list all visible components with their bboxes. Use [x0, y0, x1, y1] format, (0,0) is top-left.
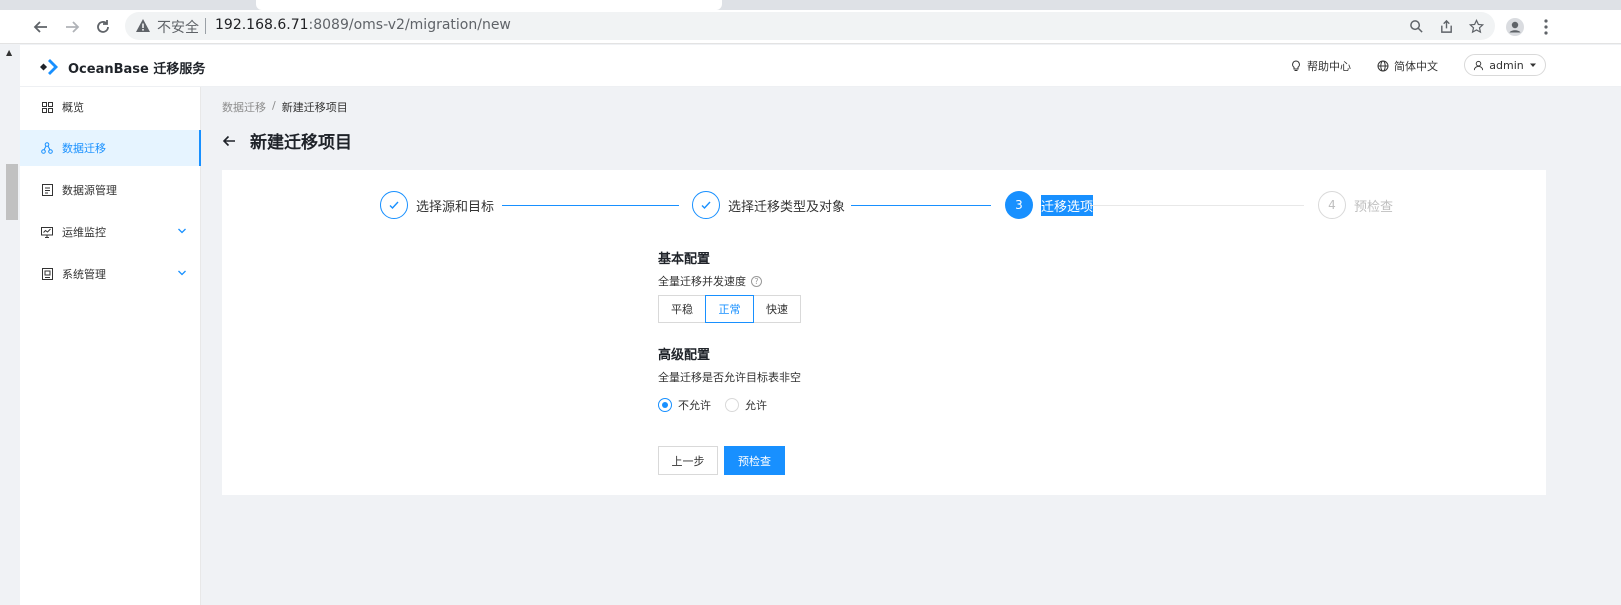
nonempty-label: 全量迁移是否允许目标表非空: [658, 371, 801, 384]
check-icon: [380, 191, 408, 219]
sidebar-item-label: 数据源管理: [62, 184, 117, 197]
step-label: 预检查: [1354, 199, 1394, 215]
page-title: 新建迁移项目: [250, 133, 352, 153]
step-2[interactable]: 选择迁移类型及对象: [692, 191, 845, 219]
sidebar-item-ops-monitor[interactable]: 运维监控: [20, 214, 201, 250]
step-number: 3: [1005, 191, 1033, 219]
speed-field-label: 全量迁移并发速度 ?: [658, 273, 762, 289]
url-host: 192.168.6.71: [215, 17, 309, 33]
lightbulb-icon: [1292, 60, 1300, 71]
url-text[interactable]: 192.168.6.71:8089/oms-v2/migration/new: [215, 17, 511, 33]
back-arrow-icon[interactable]: [222, 134, 236, 148]
user-menu-button[interactable]: admin: [1464, 54, 1546, 76]
browser-active-tab[interactable]: [256, 0, 722, 10]
step-3[interactable]: 3 迁移选项: [1005, 191, 1094, 219]
sidebar-item-system[interactable]: 系统管理: [20, 256, 201, 292]
scrollbar-thumb[interactable]: [6, 164, 18, 220]
radio-dot: [658, 398, 672, 412]
check-icon: [692, 191, 720, 219]
address-divider: [205, 18, 206, 34]
breadcrumb: 数据迁移 / 新建迁移项目: [222, 99, 348, 115]
language-label: 简体中文: [1394, 60, 1438, 73]
monitor-icon: [41, 226, 53, 238]
address-bar[interactable]: 不安全 192.168.6.71:8089/oms-v2/migration/n…: [125, 12, 1495, 40]
reload-icon[interactable]: [91, 15, 115, 39]
page-scrollbar[interactable]: ▲: [0, 44, 20, 605]
speed-option-steady[interactable]: 平稳: [658, 295, 706, 323]
zoom-icon[interactable]: [1407, 17, 1425, 35]
scroll-up-icon[interactable]: ▲: [6, 48, 12, 57]
sidebar-item-label: 数据迁移: [62, 142, 106, 155]
help-center-link[interactable]: 帮助中心: [1290, 58, 1351, 74]
speed-segmented-control: 平稳 正常 快速: [658, 295, 801, 323]
migration-form-card: 选择源和目标 选择迁移类型及对象 3 迁移选项 4 预检查 基本配置 全量迁移并…: [222, 170, 1546, 495]
chevron-down-icon[interactable]: [177, 268, 187, 278]
app-logo[interactable]: OceanBase 迁移服务: [39, 57, 206, 77]
system-icon: [41, 268, 53, 280]
sidebar: 概览 数据迁移 数据源管理 运维监控 系统管理: [20, 87, 201, 605]
advanced-config-title: 高级配置: [658, 348, 711, 363]
precheck-button[interactable]: 预检查: [724, 446, 785, 475]
caret-down-icon: [1529, 63, 1536, 67]
browser-toolbar: 不安全 192.168.6.71:8089/oms-v2/migration/n…: [0, 10, 1621, 44]
migration-icon: [41, 142, 53, 154]
step-1[interactable]: 选择源和目标: [380, 191, 494, 219]
sidebar-item-datasource[interactable]: 数据源管理: [20, 172, 201, 208]
speed-option-normal[interactable]: 正常: [705, 295, 754, 323]
warning-icon: [136, 19, 150, 32]
step-label: 选择源和目标: [416, 199, 495, 215]
address-bar-actions: [1407, 17, 1485, 35]
oceanbase-logo-icon: [39, 57, 62, 77]
insecure-label: 不安全: [157, 20, 199, 36]
breadcrumb-separator: /: [272, 99, 276, 112]
sidebar-item-label: 概览: [62, 101, 84, 114]
page-header: 新建迁移项目: [222, 128, 352, 153]
datasource-icon: [41, 184, 53, 196]
globe-icon: [1377, 60, 1389, 72]
sidebar-item-label: 系统管理: [62, 268, 106, 281]
user-icon: [1474, 60, 1484, 70]
basic-config-title: 基本配置: [658, 252, 711, 267]
app-header: OceanBase 迁移服务 帮助中心 简体中文 admin: [20, 45, 1621, 87]
breadcrumb-current: 新建迁移项目: [281, 101, 348, 114]
sidebar-item-overview[interactable]: 概览: [20, 89, 201, 125]
url-path: :8089/oms-v2/migration/new: [308, 17, 511, 33]
browser-tabstrip: [0, 0, 1621, 10]
share-icon[interactable]: [1437, 17, 1455, 35]
profile-icon[interactable]: [1503, 15, 1527, 39]
user-name: admin: [1489, 58, 1524, 72]
grid-icon: [41, 101, 53, 113]
breadcrumb-parent[interactable]: 数据迁移: [222, 99, 266, 115]
radio-dot: [725, 398, 739, 412]
sidebar-item-label: 运维监控: [62, 226, 106, 239]
step-connector: [851, 205, 991, 206]
radio-disallow[interactable]: 不允许: [658, 397, 711, 413]
radio-label: 不允许: [678, 399, 711, 412]
step-label: 选择迁移类型及对象: [728, 199, 846, 215]
star-icon[interactable]: [1467, 17, 1485, 35]
forward-icon[interactable]: [60, 15, 84, 39]
prev-step-button[interactable]: 上一步: [658, 446, 718, 475]
sidebar-item-data-migration[interactable]: 数据迁移: [20, 130, 201, 166]
speed-option-fast[interactable]: 快速: [753, 295, 801, 323]
browser-menu-icon[interactable]: [1534, 15, 1558, 39]
back-icon[interactable]: [29, 15, 53, 39]
step-connector: [502, 205, 679, 206]
radio-label: 允许: [745, 399, 767, 412]
step-label: 迁移选项: [1041, 194, 1094, 216]
step-connector: [1090, 205, 1304, 206]
help-center-label: 帮助中心: [1307, 60, 1351, 73]
nonempty-radio-group: 不允许 允许: [658, 397, 767, 413]
radio-allow[interactable]: 允许: [725, 397, 767, 413]
chevron-down-icon[interactable]: [177, 226, 187, 236]
speed-label: 全量迁移并发速度: [658, 275, 746, 288]
step-4[interactable]: 4 预检查: [1318, 191, 1393, 219]
app-name: OceanBase 迁移服务: [68, 61, 206, 77]
step-number: 4: [1318, 191, 1346, 219]
language-switcher[interactable]: 简体中文: [1377, 58, 1438, 74]
help-question-icon[interactable]: ?: [751, 275, 762, 287]
